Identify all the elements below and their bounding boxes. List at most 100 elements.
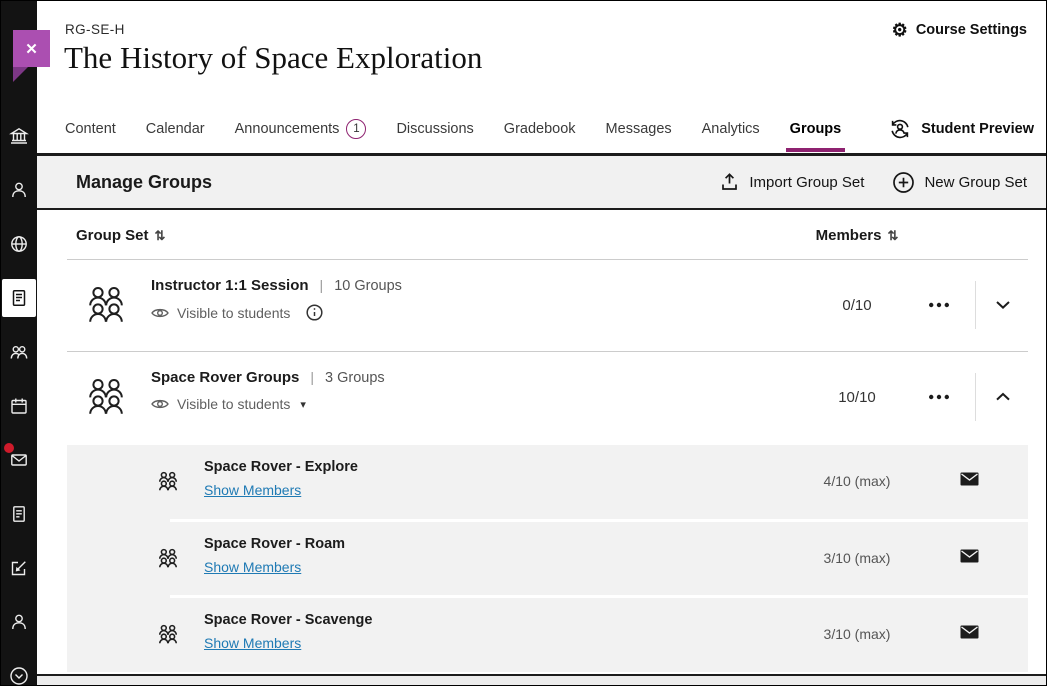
email-group-button[interactable] bbox=[960, 549, 979, 563]
course-settings-button[interactable]: ⚙ Course Settings bbox=[892, 21, 1027, 39]
group-name: Space Rover - Explore bbox=[204, 459, 358, 475]
group-name: Space Rover - Scavenge bbox=[204, 612, 372, 628]
visibility-control[interactable]: Visible to students bbox=[151, 304, 402, 321]
next-row-edge bbox=[37, 674, 1046, 685]
group-row: Space Rover - Roam Show Members 3/10 (ma… bbox=[67, 522, 1028, 595]
group-members-count: 4/10 (max) bbox=[772, 473, 942, 489]
sidebar-item-calendar[interactable] bbox=[1, 379, 37, 433]
expand-row-button[interactable] bbox=[975, 281, 1030, 329]
app-window: ✕ RG-SE-H The History of Space Explorati… bbox=[0, 0, 1047, 686]
tab-calendar[interactable]: Calendar bbox=[146, 121, 205, 137]
new-group-set-button[interactable]: New Group Set bbox=[892, 171, 1027, 194]
sidebar-item-courses[interactable] bbox=[1, 271, 37, 325]
document-icon bbox=[2, 495, 36, 533]
email-group-button[interactable] bbox=[960, 625, 979, 639]
student-preview-button[interactable]: Student Preview bbox=[888, 118, 1046, 140]
course-nav: Content Calendar Announcements 1 Discuss… bbox=[37, 104, 1046, 156]
group-set-row: Instructor 1:1 Session | 10 Groups Visib… bbox=[37, 260, 1046, 351]
members-column-header: Members ⇅ bbox=[772, 227, 942, 244]
courses-icon bbox=[2, 279, 36, 317]
group-set-name[interactable]: Space Rover Groups bbox=[151, 369, 299, 386]
email-group-button[interactable] bbox=[960, 472, 979, 486]
group-name: Space Rover - Roam bbox=[204, 536, 345, 552]
calendar-icon bbox=[2, 387, 36, 425]
envelope-filled-icon bbox=[960, 625, 979, 639]
sidebar-item-activity-stream[interactable] bbox=[1, 217, 37, 271]
group-set-column-header: Group Set ⇅ bbox=[76, 227, 165, 244]
upload-icon bbox=[719, 172, 740, 192]
sort-icon[interactable]: ⇅ bbox=[887, 228, 898, 244]
members-header-label: Members bbox=[816, 227, 882, 244]
sidebar-item-help[interactable] bbox=[1, 649, 37, 686]
tab-gradebook[interactable]: Gradebook bbox=[504, 121, 576, 137]
group-set-info: Instructor 1:1 Session | 10 Groups Visib… bbox=[151, 277, 402, 321]
group-set-icon bbox=[83, 283, 129, 327]
group-set-icon bbox=[83, 375, 129, 419]
show-members-link[interactable]: Show Members bbox=[204, 635, 301, 651]
close-ribbon-fold bbox=[13, 67, 28, 82]
tab-label: Discussions bbox=[396, 121, 473, 137]
chevron-down-icon bbox=[995, 300, 1011, 310]
overflow-menu-button[interactable] bbox=[917, 385, 961, 409]
student-preview-icon bbox=[888, 118, 912, 140]
import-group-set-button[interactable]: Import Group Set bbox=[719, 172, 864, 192]
expanded-groups-panel: Space Rover - Explore Show Members 4/10 … bbox=[67, 445, 1028, 672]
sidebar-item-tools[interactable] bbox=[1, 541, 37, 595]
tab-announcements[interactable]: Announcements 1 bbox=[235, 119, 367, 139]
group-set-info: Space Rover Groups | 3 Groups Visible to… bbox=[151, 369, 385, 412]
main-area: RG-SE-H The History of Space Exploration… bbox=[37, 1, 1046, 685]
tab-discussions[interactable]: Discussions bbox=[396, 121, 473, 137]
sidebar-item-grades[interactable] bbox=[1, 487, 37, 541]
pencil-square-icon bbox=[2, 549, 36, 587]
group-icon bbox=[156, 623, 180, 646]
tab-label: Groups bbox=[790, 121, 842, 137]
account-icon bbox=[2, 603, 36, 641]
sidebar-item-sign-out[interactable] bbox=[1, 595, 37, 649]
group-count: 10 Groups bbox=[334, 278, 402, 294]
show-members-link[interactable]: Show Members bbox=[204, 559, 301, 575]
group-row: Space Rover - Scavenge Show Members 3/10… bbox=[67, 598, 1028, 672]
separator: | bbox=[320, 277, 324, 293]
table-header: Group Set ⇅ Members ⇅ bbox=[37, 212, 1046, 260]
eye-icon bbox=[151, 307, 169, 319]
collapse-row-button[interactable] bbox=[975, 373, 1030, 421]
tab-label: Messages bbox=[606, 121, 672, 137]
people-icon bbox=[2, 333, 36, 371]
sidebar-item-profile[interactable] bbox=[1, 163, 37, 217]
page-title: The History of Space Exploration bbox=[64, 40, 482, 76]
profile-icon bbox=[2, 171, 36, 209]
sidebar bbox=[1, 1, 37, 685]
overflow-menu-button[interactable] bbox=[917, 293, 961, 317]
tab-content[interactable]: Content bbox=[65, 121, 116, 137]
plus-circle-icon bbox=[892, 171, 915, 194]
tab-analytics[interactable]: Analytics bbox=[702, 121, 760, 137]
close-icon: ✕ bbox=[25, 40, 38, 58]
sort-icon[interactable]: ⇅ bbox=[155, 228, 166, 244]
tab-label: Analytics bbox=[702, 121, 760, 137]
group-set-row: Space Rover Groups | 3 Groups Visible to… bbox=[37, 352, 1046, 442]
visibility-label: Visible to students bbox=[177, 396, 290, 412]
group-count: 3 Groups bbox=[325, 370, 385, 386]
tab-label: Calendar bbox=[146, 121, 205, 137]
gear-icon: ⚙ bbox=[892, 21, 908, 39]
sidebar-item-organizations[interactable] bbox=[1, 325, 37, 379]
group-icon bbox=[156, 470, 180, 493]
visibility-label: Visible to students bbox=[177, 305, 290, 321]
announcements-count-badge: 1 bbox=[346, 119, 366, 139]
chevron-up-icon bbox=[995, 392, 1011, 402]
group-set-name[interactable]: Instructor 1:1 Session bbox=[151, 277, 309, 294]
info-icon[interactable] bbox=[306, 304, 323, 321]
tab-messages[interactable]: Messages bbox=[606, 121, 672, 137]
manage-groups-bar: Manage Groups Import Group Set New Group… bbox=[37, 156, 1046, 210]
group-members-count: 3/10 (max) bbox=[772, 626, 942, 642]
new-group-set-label: New Group Set bbox=[924, 174, 1027, 191]
visibility-dropdown[interactable]: Visible to students ▾ bbox=[151, 396, 385, 412]
sidebar-item-messages[interactable] bbox=[1, 433, 37, 487]
tab-groups[interactable]: Groups bbox=[790, 121, 842, 137]
manage-actions: Import Group Set New Group Set bbox=[719, 171, 1046, 194]
tab-label: Announcements bbox=[235, 121, 340, 137]
sidebar-item-institution[interactable] bbox=[1, 109, 37, 163]
show-members-link[interactable]: Show Members bbox=[204, 482, 301, 498]
close-course-button[interactable]: ✕ bbox=[13, 30, 50, 67]
tab-label: Content bbox=[65, 121, 116, 137]
